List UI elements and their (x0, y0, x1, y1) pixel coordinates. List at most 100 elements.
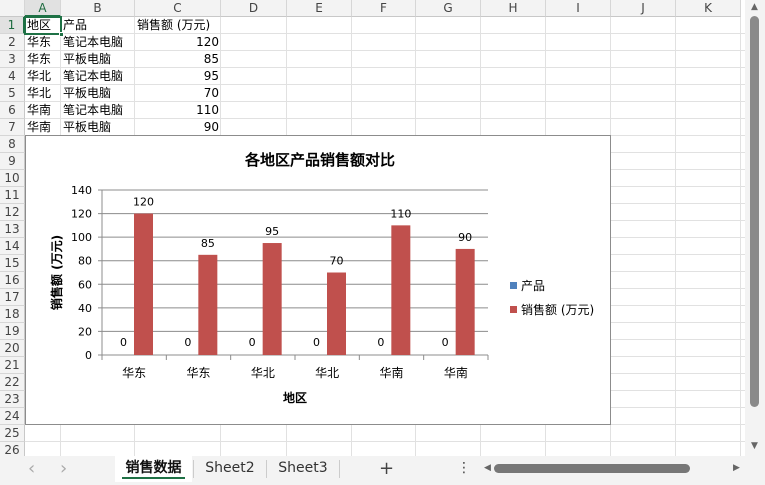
row-header-1[interactable]: 1 (0, 17, 25, 34)
y-tick-label: 0 (85, 349, 92, 362)
vertical-scrollbar[interactable]: ▲ ▼ (745, 0, 765, 456)
chart-canvas: 各地区产品销售额对比 0 20 40 60 80 100 120 140 华东 0 120 华东 0 85 华… (49, 151, 594, 405)
cell-A7[interactable]: 华南 (25, 119, 61, 136)
x-tick-label: 华东 (122, 366, 146, 380)
cell-B5[interactable]: 平板电脑 (61, 85, 135, 102)
row-header-22[interactable]: 22 (0, 374, 25, 391)
row-header-15[interactable]: 15 (0, 255, 25, 272)
data-label: 120 (133, 196, 154, 209)
cell-B6[interactable]: 笔记本电脑 (61, 102, 135, 119)
row-header-16[interactable]: 16 (0, 272, 25, 289)
fill-handle[interactable] (59, 32, 64, 37)
more-options-icon[interactable]: ⋮ (457, 460, 471, 476)
row-header-23[interactable]: 23 (0, 391, 25, 408)
data-label: 85 (201, 237, 215, 250)
scroll-right-icon[interactable]: ▶ (733, 463, 740, 473)
cell-B3[interactable]: 平板电脑 (61, 51, 135, 68)
row-header-5[interactable]: 5 (0, 85, 25, 102)
cell-A2[interactable]: 华东 (25, 34, 61, 51)
row-header-26[interactable]: 26 (0, 442, 25, 456)
cell-C3[interactable]: 85 (135, 51, 221, 68)
row-header-17[interactable]: 17 (0, 289, 25, 306)
column-header-B[interactable]: B (61, 0, 135, 17)
prev-sheet-icon[interactable]: ‹ (28, 458, 35, 479)
y-tick-label: 40 (78, 302, 92, 315)
row-header-10[interactable]: 10 (0, 170, 25, 187)
row-header-6[interactable]: 6 (0, 102, 25, 119)
cell-C5[interactable]: 70 (135, 85, 221, 102)
cell-C4[interactable]: 95 (135, 68, 221, 85)
row-header-13[interactable]: 13 (0, 221, 25, 238)
y-tick-label: 80 (78, 255, 92, 268)
column-header-D[interactable]: D (221, 0, 287, 17)
scroll-left-icon[interactable]: ◀ (484, 463, 491, 473)
x-axis-title: 地区 (283, 390, 307, 405)
bar-sales (455, 248, 475, 355)
cell-C7[interactable]: 90 (135, 119, 221, 136)
y-tick-label: 20 (78, 325, 92, 338)
x-tick-label: 华东 (186, 366, 210, 380)
bar-chart[interactable]: 各地区产品销售额对比 0 20 40 60 80 100 120 140 华东 0 120 华东 0 85 华… (25, 135, 611, 425)
add-sheet-icon[interactable]: + (379, 458, 394, 479)
row-header-19[interactable]: 19 (0, 323, 25, 340)
row-header-25[interactable]: 25 (0, 425, 25, 442)
cell-A4[interactable]: 华北 (25, 68, 61, 85)
bar-sales (262, 243, 282, 355)
row-header-20[interactable]: 20 (0, 340, 25, 357)
select-all-corner[interactable] (0, 0, 25, 17)
horizontal-scroll-thumb[interactable] (494, 464, 690, 473)
row-header-21[interactable]: 21 (0, 357, 25, 374)
row-header-24[interactable]: 24 (0, 408, 25, 425)
column-header-I[interactable]: I (546, 0, 611, 17)
row-header-2[interactable]: 2 (0, 34, 25, 51)
legend-label: 销售额 (万元) (521, 302, 594, 317)
data-label: 110 (390, 207, 411, 220)
row-header-3[interactable]: 3 (0, 51, 25, 68)
x-tick-label: 华北 (251, 366, 275, 380)
data-label: 0 (249, 336, 256, 349)
cell-A5[interactable]: 华北 (25, 85, 61, 102)
row-header-7[interactable]: 7 (0, 119, 25, 136)
row-header-12[interactable]: 12 (0, 204, 25, 221)
bar-sales (198, 254, 218, 355)
row-header-9[interactable]: 9 (0, 153, 25, 170)
data-label: 0 (377, 336, 384, 349)
row-header-8[interactable]: 8 (0, 136, 25, 153)
scroll-up-icon[interactable]: ▲ (751, 2, 758, 12)
column-header-C[interactable]: C (135, 0, 221, 17)
column-header-H[interactable]: H (481, 0, 546, 17)
bar-sales (327, 272, 346, 355)
column-header-A[interactable]: A (25, 0, 61, 17)
data-label: 0 (120, 336, 127, 349)
cell-C2[interactable]: 120 (135, 34, 221, 51)
row-header-4[interactable]: 4 (0, 68, 25, 85)
vertical-scroll-thumb[interactable] (750, 16, 759, 407)
row-header-11[interactable]: 11 (0, 187, 25, 204)
y-axis-title: 销售额 (万元) (49, 235, 64, 310)
tab-sales-data[interactable]: 销售数据 (115, 456, 192, 482)
cell-B2[interactable]: 笔记本电脑 (61, 34, 135, 51)
data-label: 90 (458, 231, 472, 244)
row-gridline (25, 441, 745, 442)
cell-B4[interactable]: 笔记本电脑 (61, 68, 135, 85)
column-header-G[interactable]: G (416, 0, 481, 17)
scroll-down-icon[interactable]: ▼ (751, 441, 758, 451)
data-label: 95 (265, 225, 279, 238)
cell-C6[interactable]: 110 (135, 102, 221, 119)
sheet-tab-bar: ‹ › 销售数据 Sheet2 Sheet3 + ⋮ ◀ ▶ (0, 456, 765, 485)
row-header-14[interactable]: 14 (0, 238, 25, 255)
column-header-E[interactable]: E (287, 0, 352, 17)
cell-A6[interactable]: 华南 (25, 102, 61, 119)
tab-sheet3[interactable]: Sheet3 (268, 456, 338, 482)
column-header-J[interactable]: J (611, 0, 676, 17)
row-header-18[interactable]: 18 (0, 306, 25, 323)
legend-label: 产品 (521, 279, 545, 293)
tab-sheet2[interactable]: Sheet2 (195, 456, 265, 482)
next-sheet-icon[interactable]: › (60, 458, 67, 479)
cell-B1[interactable]: 产品 (61, 17, 135, 34)
column-header-F[interactable]: F (352, 0, 416, 17)
cell-C1[interactable]: 销售额 (万元) (135, 17, 221, 34)
column-header-K[interactable]: K (676, 0, 741, 17)
cell-B7[interactable]: 平板电脑 (61, 119, 135, 136)
cell-A3[interactable]: 华东 (25, 51, 61, 68)
